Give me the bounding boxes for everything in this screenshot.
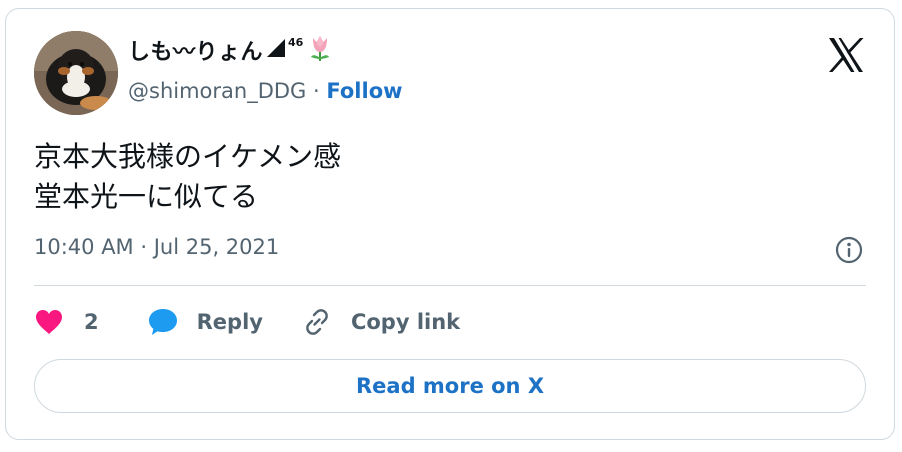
tweet-text-line: 京本大我様のイケメン感 — [34, 140, 342, 173]
tweet-timestamp[interactable]: 10:40 AM · Jul 25, 2021 — [34, 235, 279, 259]
link-icon — [301, 306, 333, 338]
author-name-row[interactable]: しも〰りょん 46 — [128, 35, 333, 65]
tweet-text: 京本大我様のイケメン感 堂本光一に似てる — [34, 137, 341, 217]
action-bar: 2 Reply Copy link — [34, 305, 460, 339]
copy-link-button[interactable]: Copy link — [301, 306, 460, 338]
x-logo-icon[interactable] — [826, 35, 866, 75]
reply-button[interactable]: Reply — [147, 307, 263, 337]
heart-icon — [34, 308, 64, 336]
avatar[interactable] — [34, 31, 118, 115]
reply-label: Reply — [196, 310, 263, 334]
signal-superscript: 46 — [288, 35, 304, 49]
like-button[interactable]: 2 — [34, 308, 99, 336]
tweet-card: しも〰りょん 46 @shimoran_DDG · Follow 京本大我様のイ… — [5, 8, 895, 440]
read-more-button[interactable]: Read more on X — [34, 359, 866, 413]
info-icon[interactable] — [834, 235, 864, 265]
author-handle-row: @shimoran_DDG · Follow — [128, 79, 403, 103]
likes-count: 2 — [84, 310, 99, 334]
tulip-icon — [307, 34, 333, 66]
reply-bubble-icon — [147, 307, 179, 337]
tweet-text-line: 堂本光一に似てる — [34, 180, 259, 213]
divider — [34, 285, 866, 286]
copy-link-label: Copy link — [350, 310, 461, 334]
follow-button[interactable]: Follow — [326, 79, 402, 103]
handle-separator: · — [313, 79, 320, 103]
author-handle[interactable]: @shimoran_DDG — [128, 79, 306, 103]
author-display-name[interactable]: しも〰りょん — [128, 34, 263, 66]
signal-icon — [265, 37, 287, 63]
